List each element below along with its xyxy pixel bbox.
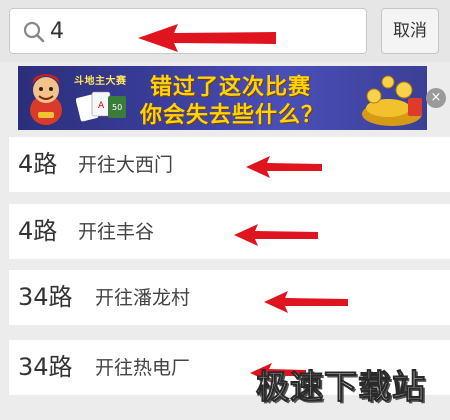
route-destination: 开往潘龙村 [95, 287, 191, 309]
result-item[interactable]: 4路 开往丰谷 [9, 204, 450, 259]
ad-banner[interactable]: 斗地主大赛 A 50 错过了这次比赛 你会失去些什么？ [18, 66, 427, 130]
watermark-text: 极速下载站 [256, 367, 426, 407]
route-number: 34路 [18, 353, 73, 381]
svg-text:50: 50 [112, 103, 122, 112]
route-number: 34路 [18, 283, 73, 311]
route-number: 4路 [18, 217, 58, 245]
playing-cards-icon: A 50 [76, 91, 126, 122]
search-query-text: 4 [50, 19, 64, 44]
bus-search-screen: 4 取消 斗地主大赛 A 50 错过了这次比赛 你会失去些什么？ × 4路 开往… [0, 0, 450, 420]
close-ad-button[interactable]: × [426, 88, 446, 108]
route-destination: 开往丰谷 [78, 221, 155, 243]
route-number: 4路 [18, 150, 58, 178]
search-icon [23, 21, 45, 43]
banner-subheadline: 你会失去些什么？ [140, 103, 325, 128]
gold-coins-icon [362, 75, 422, 126]
result-item[interactable]: 34路 开往潘龙村 [9, 270, 450, 325]
route-destination: 开往热电厂 [95, 357, 191, 379]
result-item[interactable]: 4路 开往大西门 [9, 137, 450, 192]
site-watermark: 极速下载站 [256, 360, 446, 410]
banner-game-name: 斗地主大赛 [74, 76, 127, 87]
svg-text:A: A [98, 101, 105, 111]
route-destination: 开往大西门 [78, 154, 174, 176]
annotation-arrow-icon [264, 291, 348, 313]
cancel-button[interactable]: 取消 [381, 8, 439, 54]
annotation-arrow-icon [234, 224, 318, 246]
mascot-icon [30, 74, 62, 125]
annotation-arrow-icon [138, 24, 276, 52]
annotation-arrow-icon [246, 156, 322, 178]
